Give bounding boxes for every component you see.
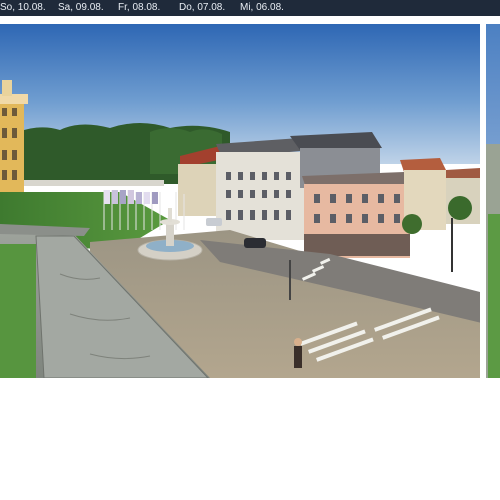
yellow-palace xyxy=(0,80,28,192)
date-tab-3[interactable]: Fr, 08.08. xyxy=(118,0,179,16)
date-tab-1[interactable]: So, 10.08. xyxy=(0,0,58,16)
webcam-panorama-image[interactable] xyxy=(0,24,500,378)
webcam-page: So, 10.08. Sa, 09.08. Fr, 08.08. Do, 07.… xyxy=(0,0,500,500)
date-tab-2[interactable]: Sa, 09.08. xyxy=(58,0,118,16)
date-tab-5[interactable]: Mi, 06.08. xyxy=(240,0,300,16)
date-selector-bar: So, 10.08. Sa, 09.08. Fr, 08.08. Do, 07.… xyxy=(0,0,500,16)
date-tab-4[interactable]: Do, 07.08. xyxy=(179,0,240,16)
